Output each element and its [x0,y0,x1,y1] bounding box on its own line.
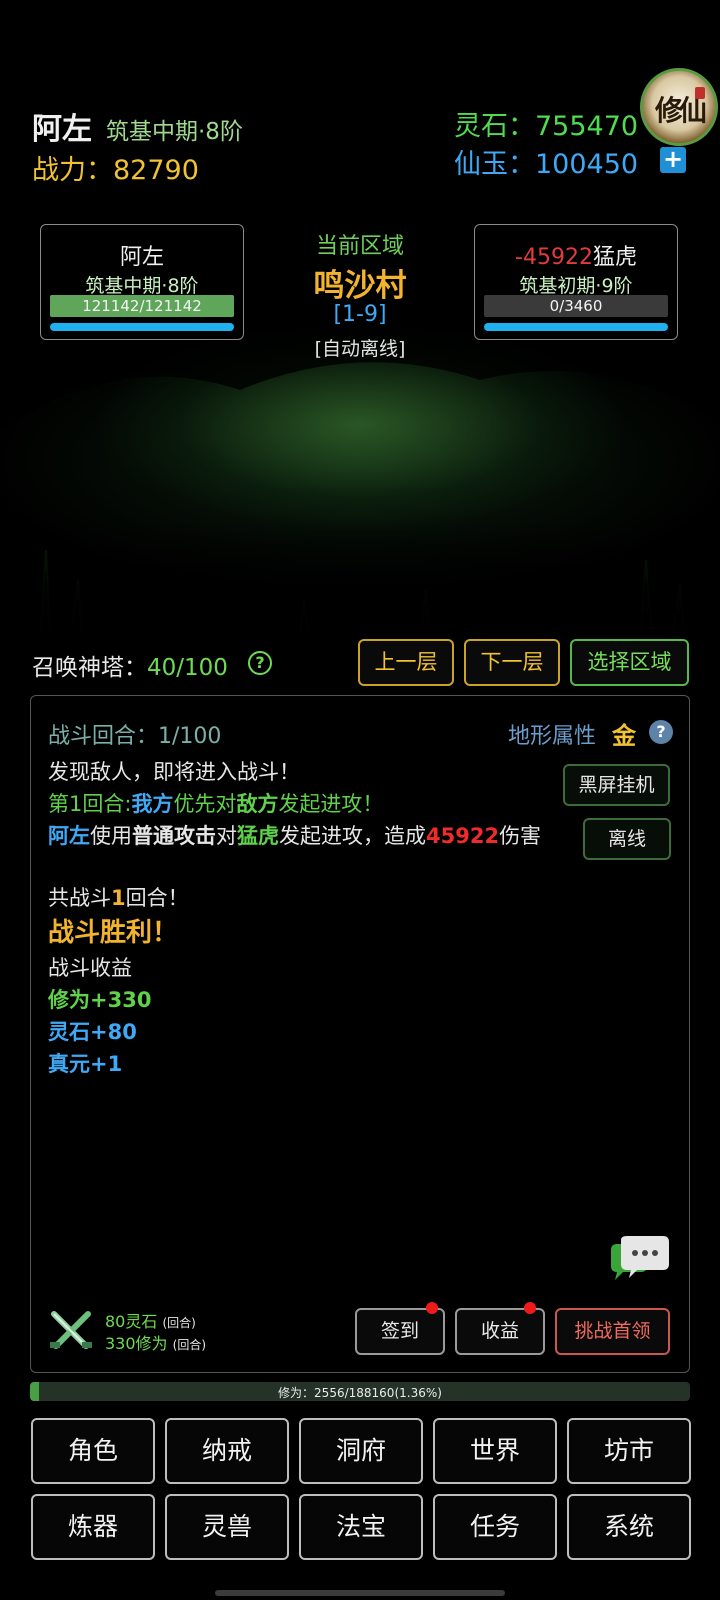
select-area-button[interactable]: 选择区域 [570,639,689,686]
menu-treasure-button[interactable]: 法宝 [299,1494,423,1560]
reward-xiuwei: 修为+330 [48,988,152,1012]
enemy-mp-bar [484,323,668,331]
xianyu-display: 仙玉：100450 [454,142,638,181]
lingshi-value: 755470 [535,111,639,142]
tower-display: 召唤神塔：40/100 [32,648,228,682]
enemy-hp-bar: 0/3460 [484,295,668,317]
player-mp-bar [50,323,234,331]
area-level-range: [1-9] [333,302,387,327]
menu-quest-button[interactable]: 任务 [433,1494,557,1560]
black-screen-idle-button[interactable]: 黑屏挂机 [563,764,670,806]
battle-round: 战斗回合：1/100 [48,724,222,749]
cultivation-progress-text: 修为：2556/188160(1.36%) [278,1386,442,1400]
player-hp-text: 121142/121142 [82,297,202,315]
rewards-title: 战斗收益 [48,956,132,980]
menu-cave-button[interactable]: 洞府 [299,1418,423,1484]
lingshi-label: 灵石： [454,111,535,142]
victory-text: 战斗胜利！ [48,918,179,948]
menu-system-button[interactable]: 系统 [567,1494,691,1560]
reward-rate-unit: (回合) [172,1338,207,1352]
log-line: 阿左使用普通攻击对猛虎发起进攻，造成45922伤害 [48,820,541,850]
reward-rate-xiuwei-value: 330修为 [105,1334,168,1353]
terrain-value: 金 [612,722,636,750]
log-text: 使用 [90,824,132,848]
menu-world-button[interactable]: 世界 [433,1418,557,1484]
enemy-card-realm: 筑基初期·9阶 [519,275,633,297]
log-text: 对 [216,824,237,848]
grass-fade [0,520,720,640]
reward-rate-unit: (回合) [162,1316,196,1330]
enemy-card-name: -45922猛虎 [475,239,677,271]
reward-lingshi: 灵石+80 [48,1020,137,1044]
log-enemy-side: 敌方 [236,792,279,816]
income-button[interactable]: 收益 [455,1308,545,1355]
enemy-name: 猛虎 [592,245,637,270]
tower-help-icon[interactable]: ? [248,651,272,675]
game-logo[interactable]: 修仙 [640,68,718,146]
enemy-hp-text: 0/3460 [549,297,603,315]
log-damage: 45922 [426,824,500,848]
cultivation-progress-bar: 修为：2556/188160(1.36%) [30,1382,690,1401]
home-indicator[interactable] [215,1590,505,1596]
menu-character-button[interactable]: 角色 [31,1418,155,1484]
enemy-card: -45922猛虎 筑基初期·9阶 0/3460 [474,224,678,340]
prev-floor-button[interactable]: 上一层 [358,639,454,686]
next-floor-button[interactable]: 下一层 [464,639,560,686]
menu-ring-button[interactable]: 纳戒 [165,1418,289,1484]
reward-rate-lingshi-value: 80灵石 [105,1312,158,1331]
log-round-count: 1 [111,886,126,910]
player-hp-bar: 121142/121142 [50,295,234,317]
log-text: 共战斗 [48,886,111,910]
player-card-name: 阿左 [119,245,164,270]
log-line: 发现敌人，即将进入战斗！ [48,760,300,784]
area-name: 鸣沙村 [313,268,407,304]
player-realm: 筑基中期·8阶 [106,119,243,145]
xianyu-label: 仙玉： [454,149,535,180]
reward-rate-xiuwei: 330修为 (回合) [105,1330,206,1354]
tower-value: 40/100 [147,655,228,681]
offline-button[interactable]: 离线 [583,818,671,860]
chat-bubble-icon[interactable] [607,1236,671,1288]
log-line: 共战斗1回合！ [48,882,189,912]
current-area-label: 当前区域 [315,234,404,259]
log-line: 第1回合:我方优先对敌方发起进攻！ [48,788,383,818]
menu-forge-button[interactable]: 炼器 [31,1494,155,1560]
tower-label: 召唤神塔： [32,655,147,681]
log-target: 猛虎 [237,824,279,848]
income-notification-dot [524,1302,536,1314]
log-text: 伤害 [499,824,542,848]
log-text: 回合！ [125,886,189,910]
log-round-text: 第1回合: [48,792,132,816]
crossed-swords-icon [50,1311,92,1349]
log-text: 优先对 [173,792,237,816]
power-value: 82790 [113,155,199,186]
menu-market-button[interactable]: 坊市 [567,1418,691,1484]
battle-log-panel: 战斗回合：1/100 地形属性 金 ? 发现敌人，即将进入战斗！ 第1回合:我方… [30,695,690,1373]
menu-pet-button[interactable]: 灵兽 [165,1494,289,1560]
log-text: 发起进攻，造成 [279,824,426,848]
reward-rate-lingshi: 80灵石 (回合) [105,1308,196,1332]
player-card: 阿左 筑基中期·8阶 121142/121142 [40,224,244,340]
terrain-label: 地形属性 [508,724,597,749]
seal-icon [695,87,705,99]
reward-zhenyuan: 真元+1 [48,1052,123,1076]
auto-offline-toggle[interactable]: [自动离线] [280,334,440,361]
log-our-side: 我方 [131,792,174,816]
terrain-help-icon[interactable]: ? [649,720,673,744]
sign-in-button[interactable]: 签到 [355,1308,445,1355]
enemy-damage-text: -45922 [515,245,593,270]
power-display: 战力：82790 [32,148,199,187]
player-name: 阿左 [32,112,92,147]
log-attacker: 阿左 [48,824,90,848]
add-xianyu-button[interactable]: + [660,147,686,173]
player-card-realm: 筑基中期·8阶 [85,275,199,297]
log-text: 发起进攻！ [278,792,384,816]
xianyu-value: 100450 [535,149,639,180]
sign-in-notification-dot [426,1302,438,1314]
challenge-boss-button[interactable]: 挑战首领 [555,1308,670,1355]
lingshi-display: 灵石：755470 [454,104,638,143]
power-label: 战力： [32,155,113,186]
log-skill: 普通攻击 [132,824,216,848]
